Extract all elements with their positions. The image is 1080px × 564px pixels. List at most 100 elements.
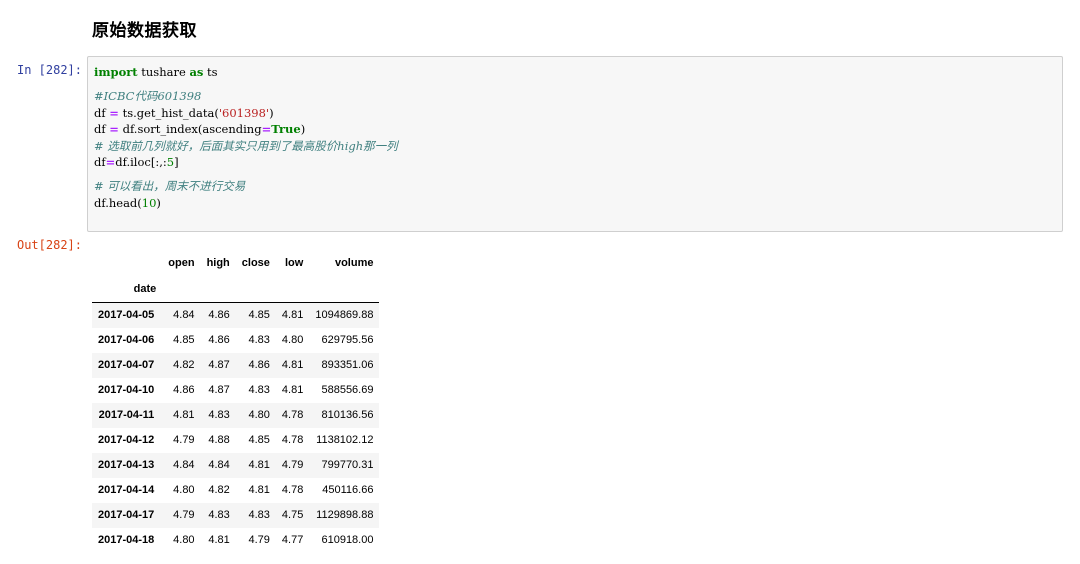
dataframe-body: 2017-04-05 4.84 4.86 4.85 4.81 1094869.8… bbox=[92, 302, 380, 553]
code-cell-editor[interactable]: import tushare as ts #ICBC代码601398 df = … bbox=[87, 56, 1063, 232]
row-index: 2017-04-17 bbox=[98, 509, 155, 521]
row-index: 2017-04-14 bbox=[98, 484, 155, 496]
cell-volume: 893351.06 bbox=[321, 359, 374, 371]
column-header: volume bbox=[334, 257, 374, 269]
cell-close: 4.79 bbox=[248, 534, 270, 546]
cell-open: 4.80 bbox=[173, 484, 195, 496]
cell-volume: 810136.56 bbox=[321, 409, 374, 421]
keyword-as: as bbox=[189, 65, 204, 79]
cell-volume: 629795.56 bbox=[321, 334, 374, 346]
cell-high: 4.84 bbox=[208, 459, 230, 471]
row-index: 2017-04-07 bbox=[98, 359, 155, 371]
output-prompt: Out[282]: bbox=[16, 238, 82, 252]
cell-low: 4.79 bbox=[281, 459, 304, 471]
cell-volume: 588556.69 bbox=[321, 384, 374, 396]
table-row: 2017-04-12 4.79 4.88 4.85 4.78 1138102.1… bbox=[92, 428, 379, 453]
table-row: 2017-04-17 4.79 4.83 4.83 4.75 1129898.8… bbox=[92, 502, 380, 528]
cell-high: 4.82 bbox=[208, 484, 230, 496]
cell-volume: 1094869.88 bbox=[315, 309, 374, 322]
code-token: df bbox=[94, 154, 106, 169]
row-index: 2017-04-18 bbox=[98, 534, 155, 546]
code-line: df = df.sort_index(ascending=True) bbox=[94, 121, 1056, 137]
column-header: open bbox=[168, 257, 195, 269]
code-line: df.head(10) bbox=[94, 195, 1056, 211]
cell-open: 4.79 bbox=[173, 509, 195, 521]
dataframe-output: open high close low volume date 2017-04-… bbox=[92, 250, 380, 553]
code-token: ts.get_hist_data( bbox=[118, 105, 219, 120]
cell-high: 4.83 bbox=[208, 409, 230, 421]
cell-volume: 450116.66 bbox=[322, 484, 374, 496]
code-token: df bbox=[94, 122, 110, 137]
code-comment: # 可以看出，周末不进行交易 bbox=[94, 179, 246, 194]
cell-close: 4.83 bbox=[248, 509, 270, 521]
index-name-row: date bbox=[92, 276, 380, 303]
keyword-import: import bbox=[94, 65, 138, 79]
operator: = bbox=[261, 122, 272, 137]
cell-close: 4.81 bbox=[248, 484, 270, 496]
row-index: 2017-04-10 bbox=[98, 384, 155, 396]
column-header: close bbox=[241, 257, 270, 269]
cell-open: 4.80 bbox=[173, 534, 195, 546]
cell-volume: 1138102.12 bbox=[316, 434, 374, 446]
code-token: tushare bbox=[137, 65, 190, 79]
cell-high: 4.83 bbox=[208, 509, 230, 521]
cell-high: 4.86 bbox=[208, 309, 230, 322]
table-row: 2017-04-13 4.84 4.84 4.81 4.79 799770.31 bbox=[92, 452, 380, 478]
code-token: ] bbox=[174, 154, 179, 169]
cell-low: 4.78 bbox=[281, 409, 304, 421]
cell-close: 4.81 bbox=[248, 459, 270, 471]
cell-open: 4.81 bbox=[173, 409, 195, 421]
code-comment-line: # 可以看出，周末不进行交易 bbox=[94, 178, 1056, 194]
cell-low: 4.81 bbox=[281, 359, 304, 371]
cell-low: 4.78 bbox=[281, 434, 304, 446]
cell-low: 4.78 bbox=[281, 484, 304, 496]
code-token: df.head( bbox=[94, 195, 142, 210]
cell-close: 4.85 bbox=[248, 434, 270, 446]
cell-volume: 610918.00 bbox=[321, 534, 374, 546]
cell-low: 4.81 bbox=[281, 384, 304, 396]
table-row: 2017-04-10 4.86 4.87 4.83 4.81 588556.69 bbox=[92, 378, 379, 403]
cell-volume: 799770.31 bbox=[321, 459, 374, 471]
row-index: 2017-04-06 bbox=[98, 334, 155, 346]
table-row: 2017-04-06 4.85 4.86 4.83 4.80 629795.56 bbox=[92, 328, 379, 353]
column-header: high bbox=[206, 257, 230, 269]
input-prompt: In [282]: bbox=[16, 63, 82, 77]
table-row: 2017-04-14 4.80 4.82 4.81 4.78 450116.66 bbox=[92, 478, 379, 503]
operator: = bbox=[109, 122, 119, 137]
cell-high: 4.88 bbox=[208, 434, 230, 446]
section-heading: 原始数据获取 bbox=[92, 21, 197, 41]
cell-open: 4.84 bbox=[173, 309, 195, 322]
code-token: ) bbox=[300, 122, 306, 137]
cell-low: 4.80 bbox=[281, 334, 304, 346]
code-token: ) bbox=[156, 195, 161, 210]
cell-high: 4.87 bbox=[208, 359, 230, 371]
column-header-row: open high close low volume bbox=[92, 250, 379, 276]
string-literal: '601398' bbox=[218, 105, 270, 120]
keyword-true: True bbox=[271, 122, 301, 137]
table-row: 2017-04-11 4.81 4.83 4.80 4.78 810136.56 bbox=[92, 402, 380, 428]
operator: = bbox=[105, 154, 116, 169]
cell-high: 4.86 bbox=[208, 334, 230, 346]
cell-close: 4.85 bbox=[248, 309, 270, 322]
cell-open: 4.85 bbox=[173, 334, 195, 346]
number-literal: 5 bbox=[166, 154, 175, 169]
operator: = bbox=[109, 105, 119, 120]
cell-close: 4.86 bbox=[248, 359, 270, 371]
row-index: 2017-04-05 bbox=[98, 309, 155, 322]
code-line: df = ts.get_hist_data('601398') bbox=[94, 105, 1056, 121]
cell-open: 4.82 bbox=[173, 359, 195, 371]
cell-low: 4.75 bbox=[281, 509, 304, 521]
index-name: date bbox=[92, 276, 163, 303]
number-literal: 10 bbox=[141, 195, 157, 210]
code-comment: #ICBC代码601398 bbox=[94, 89, 202, 104]
cell-high: 4.81 bbox=[208, 534, 230, 546]
cell-high: 4.87 bbox=[208, 384, 230, 396]
cell-close: 4.83 bbox=[248, 384, 270, 396]
row-index: 2017-04-12 bbox=[98, 434, 155, 446]
cell-close: 4.83 bbox=[248, 334, 270, 346]
table-row: 2017-04-18 4.80 4.81 4.79 4.77 610918.00 bbox=[92, 528, 379, 553]
code-line: import tushare as ts bbox=[94, 64, 1056, 80]
code-token: ts bbox=[203, 65, 218, 79]
index-corner bbox=[92, 250, 162, 276]
row-index: 2017-04-11 bbox=[98, 409, 155, 421]
